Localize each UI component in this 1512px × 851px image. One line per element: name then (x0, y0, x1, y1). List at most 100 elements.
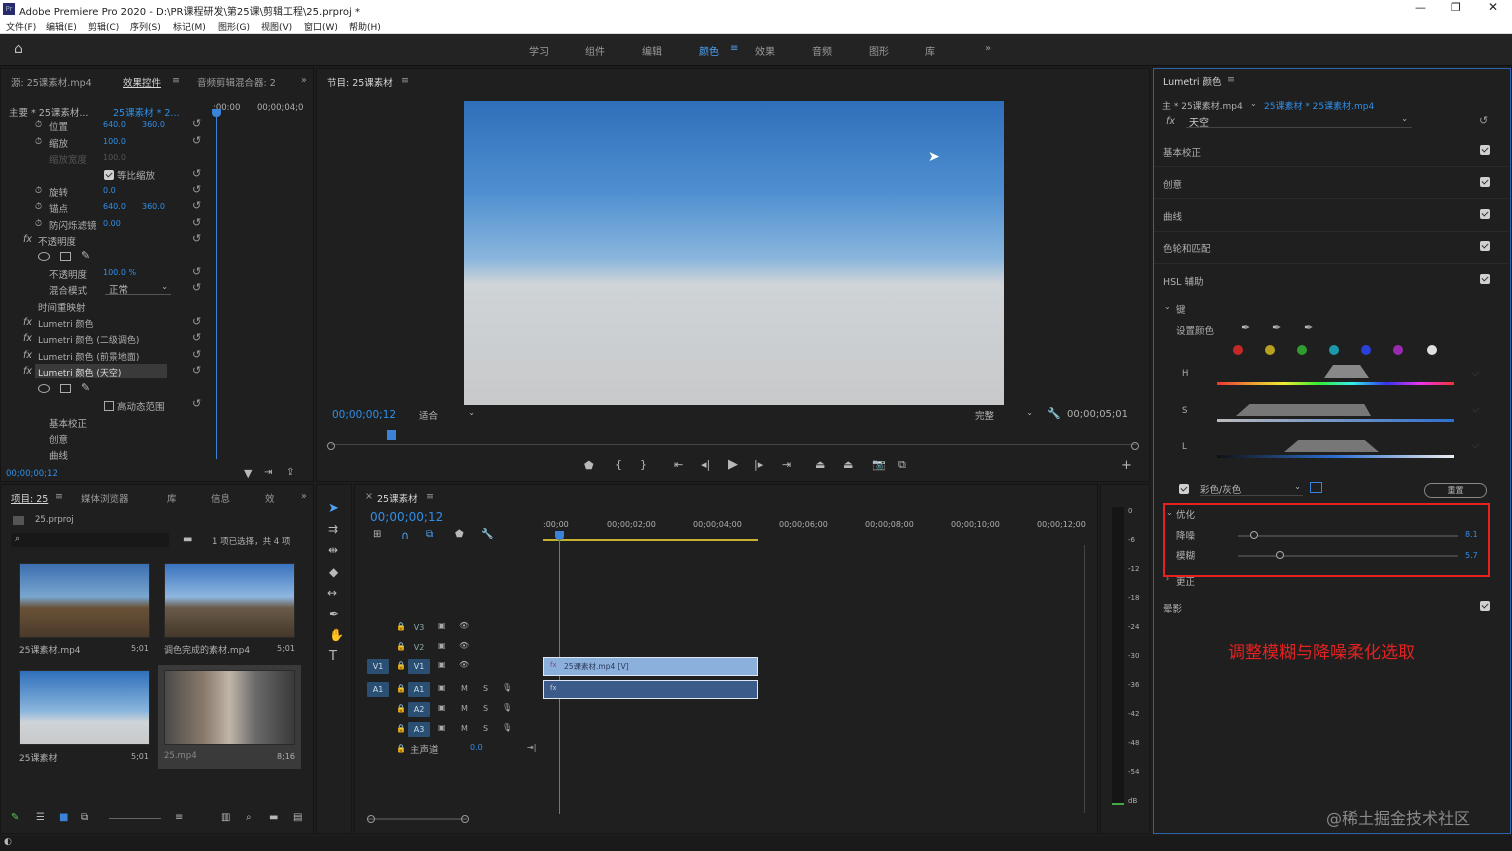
reset-icon[interactable]: ↺ (192, 315, 201, 328)
time-remap-label[interactable]: 时间重映射 (38, 300, 86, 314)
workspace-learn[interactable]: 学习 (529, 43, 549, 58)
camera-icon[interactable]: 📷 (872, 458, 886, 471)
panel-menu-icon[interactable]: ≡ (1227, 74, 1235, 85)
workspace-effects[interactable]: 效果 (755, 43, 775, 58)
workspace-audio[interactable]: 音频 (812, 43, 832, 58)
lumetri-effect-sky[interactable]: Lumetri 颜色 (天空) (38, 366, 121, 379)
audio-clip[interactable]: fx (543, 680, 758, 699)
denoise-slider-track[interactable] (1238, 535, 1458, 537)
effect-timecode[interactable]: 00;00;00;12 (6, 469, 58, 479)
reset-icon[interactable]: ↺ (192, 232, 201, 245)
timeline-settings-icon[interactable]: 🔧 (481, 529, 493, 540)
reset-icon[interactable]: ↺ (192, 331, 201, 344)
reset-icon[interactable]: ↺ (1479, 114, 1488, 127)
mute-button[interactable]: M (461, 724, 468, 733)
panel-menu-icon[interactable]: ≡ (426, 491, 434, 502)
rotation-value[interactable]: 0.0 (103, 186, 116, 195)
work-area-bar[interactable] (543, 539, 758, 541)
slip-tool-icon[interactable]: ↔ (327, 586, 337, 600)
color-swatch-white[interactable] (1427, 345, 1437, 355)
clip-thumbnail[interactable] (164, 670, 295, 745)
clip-name[interactable]: 25课素材.mp4 (19, 643, 81, 656)
section-enable-checkbox[interactable] (1480, 274, 1490, 284)
reset-icon[interactable]: ↺ (192, 348, 201, 361)
tab-info[interactable]: 信息 (211, 491, 230, 505)
toggle-sync-icon[interactable]: ▣ (438, 723, 446, 732)
sequence-thumbnail[interactable] (19, 670, 150, 745)
menu-clip[interactable]: 剪辑(C) (88, 20, 119, 33)
sequence-clip-label[interactable]: 25课素材 * 2... (113, 105, 179, 119)
hdr-checkbox[interactable] (104, 401, 114, 411)
toggle-sync-icon[interactable]: ▣ (438, 621, 446, 630)
blur-slider-knob[interactable] (1276, 551, 1284, 559)
chevron-down-icon[interactable]: ⌄ (1166, 508, 1173, 517)
workspace-editing[interactable]: 编辑 (642, 43, 662, 58)
reset-icon[interactable]: ↺ (192, 397, 201, 410)
timeline-zoom-scrollbar[interactable] (367, 818, 467, 820)
scroll-left-knob[interactable] (367, 815, 375, 823)
blur-value[interactable]: 5.7 (1465, 551, 1478, 560)
scrub-end-knob[interactable] (1131, 442, 1139, 450)
clip-name[interactable]: 调色完成的素材.mp4 (164, 643, 250, 656)
clip-name[interactable]: 25课素材 (19, 751, 57, 764)
source-patch-a1[interactable]: A1 (367, 682, 389, 697)
tab-media-browser[interactable]: 媒体浏览器 (81, 491, 129, 505)
settings-wrench-icon[interactable]: 🔧 (1047, 407, 1061, 420)
stopwatch-icon[interactable]: ⏱ (35, 120, 42, 130)
extract-icon[interactable]: ⏏ (843, 458, 853, 471)
denoise-slider-knob[interactable] (1250, 531, 1258, 539)
tab-program[interactable]: 节目: 25课素材 (327, 75, 393, 89)
eyedropper-icon[interactable]: ✒ (1241, 321, 1250, 334)
tab-project[interactable]: 项目: 25 (11, 491, 48, 505)
solo-button[interactable]: S (483, 724, 488, 733)
lock-icon[interactable]: 🔒 (396, 744, 406, 753)
pen-mask-icon[interactable]: ✎ (81, 249, 90, 262)
section-enable-checkbox[interactable] (1480, 241, 1490, 251)
list-view-icon[interactable]: ☰ (36, 812, 45, 823)
color-swatch-magenta[interactable] (1393, 345, 1403, 355)
type-tool-icon[interactable]: T (329, 649, 337, 664)
mute-button[interactable]: M (461, 704, 468, 713)
toggle-sync-icon[interactable]: ▣ (438, 660, 446, 669)
reset-icon[interactable]: ↺ (192, 183, 201, 196)
tab-audio-mixer[interactable]: 音频剪辑混合器: 2 (197, 75, 276, 89)
add-marker-icon[interactable]: ⬟ (455, 529, 464, 540)
icon-view-icon[interactable]: ■ (59, 812, 68, 823)
eyedropper-subtract-icon[interactable]: ✒ (1304, 321, 1313, 334)
saturation-range-shape[interactable] (1236, 404, 1371, 416)
more-workspaces-icon[interactable]: » (985, 43, 991, 54)
section-enable-checkbox[interactable] (1480, 145, 1490, 155)
menu-help[interactable]: 帮助(H) (349, 20, 381, 33)
program-scrub-bar[interactable] (331, 437, 1137, 445)
color-gray-select[interactable]: 彩色/灰色 ⌄ (1200, 482, 1303, 496)
section-enable-checkbox[interactable] (1480, 209, 1490, 219)
eye-icon[interactable]: 👁 (459, 621, 469, 630)
microphone-icon[interactable]: 🎙 (502, 723, 512, 732)
workspace-graphics[interactable]: 图形 (869, 43, 889, 58)
stopwatch-icon[interactable]: ⏱ (35, 219, 42, 229)
snap-icon[interactable]: ∩ (401, 529, 409, 542)
razor-tool-icon[interactable]: ◆ (329, 565, 338, 579)
section-enable-checkbox[interactable] (1480, 601, 1490, 611)
denoise-value[interactable]: 8.1 (1465, 530, 1478, 539)
blur-slider-track[interactable] (1238, 555, 1458, 557)
add-button-icon[interactable]: + (1121, 458, 1132, 473)
hue-enable-checkbox[interactable] (1471, 369, 1481, 379)
toggle-sync-icon[interactable]: ▣ (438, 703, 446, 712)
hand-tool-icon[interactable]: ✋ (329, 628, 344, 642)
sort-icon[interactable]: ≡ (175, 812, 183, 823)
go-to-out-icon[interactable]: ⇥ (782, 458, 791, 471)
workspace-assembly[interactable]: 组件 (585, 43, 605, 58)
minimize-icon[interactable]: — (1415, 1, 1426, 14)
blend-mode-select[interactable]: 正常 ⌄ (105, 282, 171, 296)
mark-out-icon[interactable]: } (640, 458, 647, 471)
anchor-x[interactable]: 640.0 (103, 202, 126, 211)
sub-curves[interactable]: 曲线 (49, 448, 68, 462)
uniform-scale-checkbox[interactable] (104, 170, 114, 180)
nest-icon[interactable]: ⊞ (373, 529, 381, 540)
eye-icon[interactable]: 👁 (459, 660, 469, 669)
pen-tool-icon[interactable]: ✒ (329, 607, 339, 621)
reset-icon[interactable]: ↺ (192, 199, 201, 212)
color-swatch-blue[interactable] (1361, 345, 1371, 355)
tab-sequence[interactable]: 25课素材 (377, 491, 418, 505)
